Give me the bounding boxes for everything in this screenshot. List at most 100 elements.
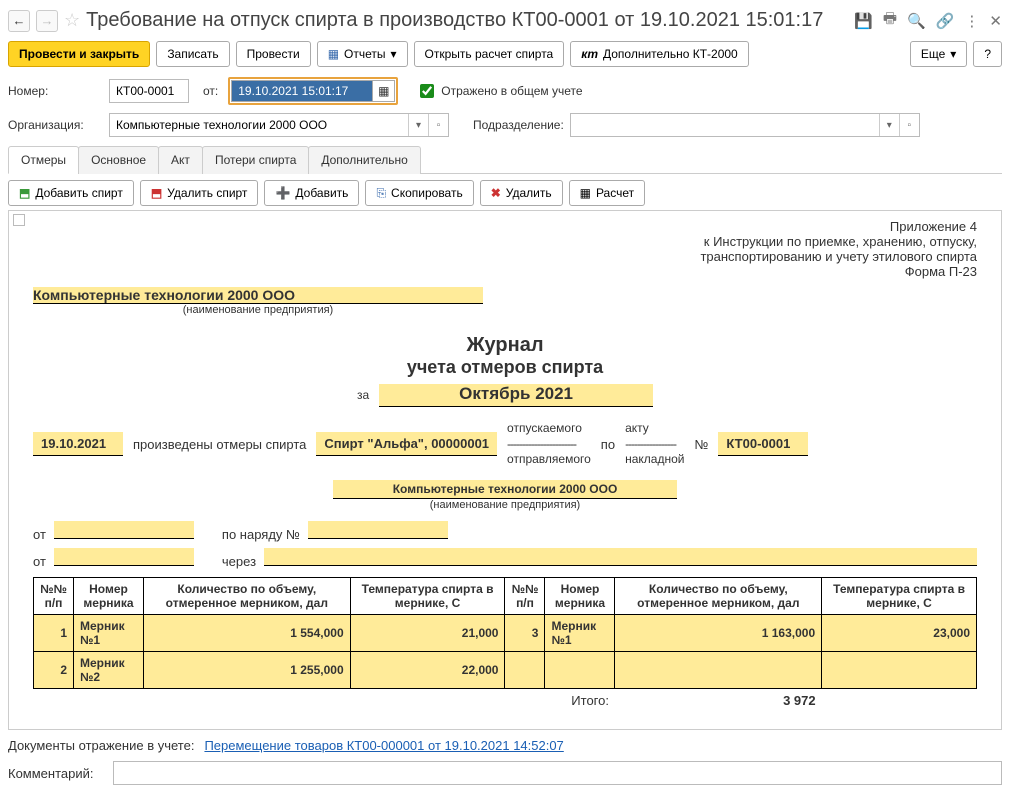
cell: 21,000 xyxy=(350,614,505,651)
dept-dropdown-icon[interactable]: ▾ xyxy=(879,114,899,136)
org-dropdown-icon[interactable]: ▾ xyxy=(408,114,428,136)
nav-forward-button[interactable]: → xyxy=(36,10,58,32)
table-row[interactable]: 2 Мерник №2 1 255,000 22,000 xyxy=(34,651,977,688)
cell xyxy=(615,651,822,688)
nav-back-button[interactable]: ← xyxy=(8,10,30,32)
reflected-label: Отражено в общем учете xyxy=(441,84,582,98)
save-icon[interactable]: 💾 xyxy=(854,12,873,30)
corner-handle[interactable] xyxy=(13,214,25,226)
dash2: ----------------- xyxy=(625,437,684,453)
print-icon[interactable]: 🖶 xyxy=(883,8,897,33)
sent-stack: отпускаемого ----------------------- отп… xyxy=(507,421,591,468)
dept-input[interactable] xyxy=(571,114,879,136)
cell xyxy=(545,651,615,688)
th-5: Номер мерника xyxy=(545,577,615,614)
cell xyxy=(822,651,977,688)
act-top: акту xyxy=(625,421,684,437)
reports-label: Отчеты xyxy=(344,47,385,61)
comment-label: Комментарий: xyxy=(8,766,103,781)
cell: 1 xyxy=(34,614,74,651)
dept-open-icon[interactable]: ▫ xyxy=(899,114,919,136)
add-row-button[interactable]: ➕ Добавить xyxy=(264,180,359,206)
calc-label: Расчет xyxy=(596,186,634,200)
number-label: Номер: xyxy=(8,84,103,98)
add-label: Добавить xyxy=(295,186,348,200)
close-icon[interactable]: ✕ xyxy=(989,12,1002,30)
docs-label: Документы отражение в учете: xyxy=(8,738,194,753)
act-stack: акту ----------------- накладной xyxy=(625,421,684,468)
report-icon: ▦ xyxy=(328,47,339,61)
calc-icon: ▦ xyxy=(580,186,591,200)
tab-measures[interactable]: Отмеры xyxy=(8,146,79,174)
copy-row-button[interactable]: ⎘ Скопировать xyxy=(365,180,473,206)
extra-label: Дополнительно КТ-2000 xyxy=(603,47,738,61)
tab-main[interactable]: Основное xyxy=(78,146,159,174)
doc-appendix: Приложение 4 к Инструкции по приемке, хр… xyxy=(33,219,977,279)
comment-input[interactable] xyxy=(113,761,1002,785)
add-spirit-button[interactable]: ⬒Добавить спирт xyxy=(8,180,134,206)
linked-doc-link[interactable]: Перемещение товаров КТ00-000001 от 19.10… xyxy=(204,738,563,753)
tab-extra[interactable]: Дополнительно xyxy=(308,146,420,174)
doc-org2-sub: (наименование предприятия) xyxy=(33,499,977,511)
copy-icon: ⎘ xyxy=(376,186,386,201)
from2-label: от xyxy=(33,554,46,569)
save-button[interactable]: Записать xyxy=(156,41,229,67)
from2-field xyxy=(54,548,194,566)
reports-button[interactable]: ▦Отчеты ▾ xyxy=(317,41,408,67)
favorite-icon[interactable]: ☆ xyxy=(64,10,80,31)
calendar-icon[interactable]: ▦ xyxy=(372,81,394,101)
via-label: через xyxy=(222,554,256,569)
delete-row-button[interactable]: ✖Удалить xyxy=(480,180,563,206)
tab-losses[interactable]: Потери спирта xyxy=(202,146,309,174)
th-3: Температура спирта в мернике, С xyxy=(350,577,505,614)
extra-kt-button[interactable]: кт Дополнительно КТ-2000 xyxy=(570,41,748,67)
open-calc-button[interactable]: Открыть расчет спирта xyxy=(414,41,565,67)
act-bot: накладной xyxy=(625,452,684,468)
th-4: №№ п/п xyxy=(505,577,545,614)
cell xyxy=(505,651,545,688)
page-title: Требование на отпуск спирта в производст… xyxy=(86,9,848,32)
from-label: от: xyxy=(203,84,218,98)
post-close-button[interactable]: Провести и закрыть xyxy=(8,41,150,67)
appendix-line: Приложение 4 xyxy=(33,219,977,234)
post-button[interactable]: Провести xyxy=(236,41,311,67)
org-input[interactable] xyxy=(110,114,408,136)
sent-bot: отправляемого xyxy=(507,452,591,468)
cell: 1 554,000 xyxy=(144,614,351,651)
document-area: Приложение 4 к Инструкции по приемке, хр… xyxy=(8,210,1002,730)
instr-line1: к Инструкции по приемке, хранению, отпус… xyxy=(33,234,977,249)
number-input[interactable] xyxy=(109,79,189,103)
copy-label: Скопировать xyxy=(391,186,463,200)
kt-icon: кт xyxy=(581,47,598,61)
del-spirit-icon: ⬒ xyxy=(151,186,162,200)
org-open-icon[interactable]: ▫ xyxy=(428,114,448,136)
plus-icon: ➕ xyxy=(275,186,290,200)
delete-icon: ✖ xyxy=(491,186,501,200)
org-label: Организация: xyxy=(8,118,103,132)
th-6: Количество по объему, отмеренное мернико… xyxy=(615,577,822,614)
doc-title2: учета отмеров спирта xyxy=(33,357,977,378)
more-menu-icon[interactable]: ⋮ xyxy=(964,12,979,30)
doc-title1: Журнал xyxy=(33,334,977,357)
via-field xyxy=(264,548,977,566)
date-input[interactable] xyxy=(232,81,372,101)
th-0: №№ п/п xyxy=(34,577,74,614)
spirit-name: Спирт "Альфа", 00000001 xyxy=(316,432,497,456)
reflected-checkbox[interactable] xyxy=(420,84,434,98)
from1-label: от xyxy=(33,527,46,542)
sent-top: отпускаемого xyxy=(507,421,591,437)
tab-act[interactable]: Акт xyxy=(158,146,203,174)
order-field xyxy=(308,521,448,539)
calc-button[interactable]: ▦ Расчет xyxy=(569,180,646,206)
link-icon[interactable]: 🔗 xyxy=(936,12,955,30)
del-spirit-label: Удалить спирт xyxy=(167,186,247,200)
preview-icon[interactable]: 🔍 xyxy=(907,12,926,30)
total-value: 3 972 xyxy=(615,688,822,712)
cell: 1 163,000 xyxy=(615,614,822,651)
help-button[interactable]: ? xyxy=(973,41,1002,67)
cell: 22,000 xyxy=(350,651,505,688)
doc-date: 19.10.2021 xyxy=(33,432,123,456)
table-row[interactable]: 1 Мерник №1 1 554,000 21,000 3 Мерник №1… xyxy=(34,614,977,651)
del-spirit-button[interactable]: ⬒ Удалить спирт xyxy=(140,180,259,206)
more-button[interactable]: Еще ▾ xyxy=(910,41,967,67)
